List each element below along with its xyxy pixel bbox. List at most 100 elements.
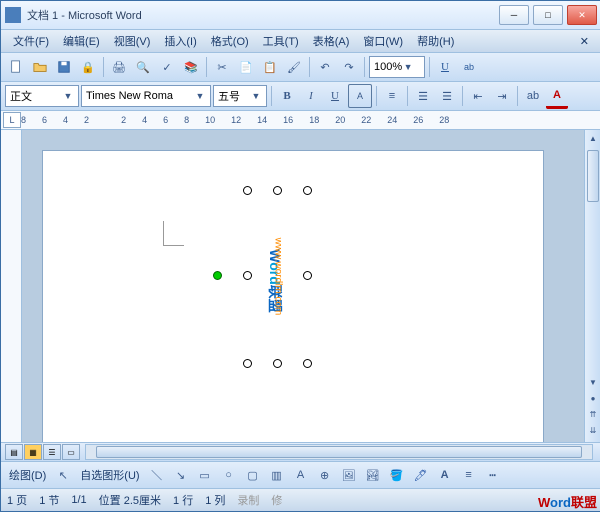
menu-window[interactable]: 窗口(W) [357,31,409,51]
selection-handle-bl[interactable] [243,359,252,368]
clipart-button[interactable]: 🖼 [338,464,360,486]
oval-button[interactable]: ○ [218,464,240,486]
select-objects-button[interactable]: ↖ [52,464,74,486]
rectangle-button[interactable]: ▭ [194,464,216,486]
rotation-handle[interactable] [213,271,222,280]
selection-handle-tl[interactable] [243,186,252,195]
char-border-button[interactable]: A [348,84,372,108]
textbox-button[interactable]: ▢ [242,464,264,486]
menu-close-doc[interactable]: ✕ [574,33,595,50]
selection-handle-br[interactable] [303,359,312,368]
spelling-button[interactable]: ✓ [156,56,178,78]
prev-page-icon[interactable]: ⇈ [585,406,600,422]
selection-handle-tr[interactable] [303,186,312,195]
document-canvas[interactable]: Word联盟 www.wordlm.com 图片 ▼✕ 🖼 ◧ ◐ ◑ ☀ ✱ … [22,130,600,442]
drawing-toolbar: 绘图(D) ↖ 自选图形(U) ＼ ↘ ▭ ○ ▢ ▥ A ⊕ 🖼 🏞 🪣 🖊 … [1,461,600,488]
vertical-textbox-button[interactable]: ▥ [266,464,288,486]
permissions-button[interactable]: 🔒 [77,56,99,78]
research-button[interactable]: 📚 [180,56,202,78]
font-dropdown[interactable]: Times New Roma▼ [81,85,211,107]
new-doc-button[interactable] [5,56,27,78]
wordart-button[interactable]: A [290,464,312,486]
browse-object-icon[interactable]: ● [585,390,600,406]
window-title: 文档 1 - Microsoft Word [27,7,499,23]
line-color-button[interactable]: 🖊 [410,464,432,486]
close-button[interactable]: ✕ [567,5,597,25]
selection-handle-mr[interactable] [303,271,312,280]
standard-toolbar: 🔒 🖨 🔍 ✓ 📚 ✂ 📄 📋 🖌 ↶ ↷ 100%▼ U ab [1,53,600,82]
page-layout-view-button[interactable]: ▦ [24,444,42,460]
numbered-list-button[interactable]: ☰ [412,85,434,107]
vertical-scrollbar[interactable]: ▲ ▼ ● ⇈ ⇊ [584,130,600,442]
status-position: 位置 2.5厘米 [99,492,161,508]
image-text-url: www.wordlm.com [272,238,283,316]
reading-view-button[interactable]: ▭ [62,444,80,460]
line-style-draw-button[interactable]: ≡ [458,464,480,486]
menu-view[interactable]: 视图(V) [108,31,157,51]
arrow-button[interactable]: ↘ [170,464,192,486]
scroll-thumb[interactable] [587,150,599,202]
autoshapes-menu[interactable]: 自选图形(U) [76,467,143,483]
scroll-up-icon[interactable]: ▲ [585,130,600,146]
bullet-list-button[interactable]: ☰ [436,85,458,107]
undo-button[interactable]: ↶ [314,56,336,78]
menu-edit[interactable]: 编辑(E) [57,31,106,51]
fontsize-dropdown[interactable]: 五号▼ [213,85,267,107]
horizontal-ruler[interactable]: L 8642246810121416182022242628 [1,111,600,130]
format-painter-button[interactable]: 🖌 [283,56,305,78]
tab-selector[interactable]: L [3,112,21,128]
menu-table[interactable]: 表格(A) [307,31,356,51]
menu-tools[interactable]: 工具(T) [257,31,305,51]
hscroll-thumb[interactable] [96,446,582,458]
draw-menu[interactable]: 绘图(D) [5,467,50,483]
copy-button[interactable]: 📄 [235,56,257,78]
underline-button[interactable]: U [324,85,346,107]
line-button[interactable]: ＼ [146,464,168,486]
paste-button[interactable]: 📋 [259,56,281,78]
selection-handle-ml[interactable] [243,271,252,280]
word-app-icon [5,7,21,23]
cut-button[interactable]: ✂ [211,56,233,78]
style-dropdown[interactable]: 正文▼ [5,85,79,107]
increase-indent-button[interactable]: ⇥ [491,85,513,107]
dash-style-button[interactable]: ┅ [482,464,504,486]
open-button[interactable] [29,56,51,78]
formatting-toolbar: 正文▼ Times New Roma▼ 五号▼ B I U A ≡ ☰ ☰ ⇤ … [1,82,600,111]
selection-handle-bm[interactable] [273,359,282,368]
status-rev: 修 [271,492,282,508]
fill-color-button[interactable]: 🪣 [386,464,408,486]
status-line: 1 行 [173,492,193,508]
decrease-indent-button[interactable]: ⇤ [467,85,489,107]
menu-insert[interactable]: 插入(I) [158,31,202,51]
maximize-button[interactable]: □ [533,5,563,25]
statusbar: 1 页 1 节 1/1 位置 2.5厘米 1 行 1 列 录制 修 Word联盟 [1,488,600,511]
zoom-dropdown[interactable]: 100%▼ [369,56,425,78]
insert-picture-draw-button[interactable]: 🏞 [362,464,384,486]
print-preview-button[interactable]: 🔍 [132,56,154,78]
char-shading-button[interactable]: ab [458,56,480,78]
menu-help[interactable]: 帮助(H) [411,31,460,51]
font-color-button[interactable]: A [546,84,568,109]
italic-button[interactable]: I [300,85,322,107]
align-justify-button[interactable]: ≡ [381,85,403,107]
bold-button[interactable]: B [276,85,298,107]
view-controls: ▤ ▦ ☰ ▭ [1,442,600,461]
save-button[interactable] [53,56,75,78]
font-color-draw-button[interactable]: A [434,464,456,486]
menu-file[interactable]: 文件(F) [7,31,55,51]
underline-quick-button[interactable]: U [434,56,456,78]
redo-button[interactable]: ↷ [338,56,360,78]
highlight-button[interactable]: ab [522,85,544,107]
scroll-down-icon[interactable]: ▼ [585,374,600,390]
horizontal-scrollbar[interactable] [85,444,593,460]
status-pages: 1/1 [71,494,86,506]
menu-format[interactable]: 格式(O) [205,31,255,51]
vertical-ruler[interactable] [1,130,22,442]
minimize-button[interactable]: ─ [499,5,529,25]
print-button[interactable]: 🖨 [108,56,130,78]
outline-view-button[interactable]: ☰ [43,444,61,460]
next-page-icon[interactable]: ⇊ [585,422,600,438]
selection-handle-tm[interactable] [273,186,282,195]
diagram-button[interactable]: ⊕ [314,464,336,486]
normal-view-button[interactable]: ▤ [5,444,23,460]
